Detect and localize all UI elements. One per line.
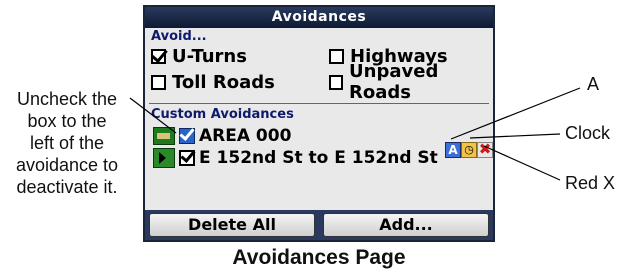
avoid-option-u-turns[interactable]: U-Turns <box>151 45 247 67</box>
add-button[interactable]: Add... <box>323 213 489 237</box>
uncheck-note-line-3: left of the <box>29 133 105 153</box>
custom-avoidance-name: E 152nd St to E 152nd St <box>199 148 438 168</box>
avoid-option-unpaved-roads[interactable]: Unpaved Roads <box>329 61 493 103</box>
red-x-icon[interactable]: ✖ <box>477 142 493 158</box>
red-x-leader-line <box>483 145 561 181</box>
uncheck-note-line-1: Uncheck the <box>16 89 118 109</box>
custom-avoidance-name: AREA 000 <box>199 126 292 146</box>
red-x-annotation: Red X <box>565 173 616 193</box>
avoid-section-label: Avoid... <box>151 29 207 44</box>
custom-section-label: Custom Avoidances <box>151 107 294 122</box>
page-title: Avoidances <box>145 7 493 28</box>
toll-roads-label: Toll Roads <box>172 71 275 93</box>
section-divider <box>149 103 489 104</box>
route-checkbox[interactable] <box>179 150 195 166</box>
clock-annotation: Clock <box>565 123 611 143</box>
avoidances-screen: Avoidances Avoid... U-Turns Highways Tol… <box>143 5 495 242</box>
unpaved-roads-label: Unpaved Roads <box>349 61 439 103</box>
u-turns-label: U-Turns <box>172 45 247 67</box>
unpaved-roads-checkbox[interactable] <box>329 74 344 90</box>
custom-avoidance-row[interactable]: E 152nd St to E 152nd St <box>153 147 438 169</box>
toll-roads-checkbox[interactable] <box>151 74 166 90</box>
area-icon <box>153 127 175 145</box>
uncheck-note-line-4: avoidance to <box>15 155 119 175</box>
a-annotation: A <box>587 74 600 94</box>
button-bar: Delete All Add... <box>145 210 493 240</box>
figure-caption: Avoidances Page <box>232 246 406 269</box>
uncheck-note: Uncheck the box to the left of the avoid… <box>6 88 128 198</box>
a-icon[interactable]: A <box>445 142 461 158</box>
area-000-checkbox[interactable] <box>179 128 195 144</box>
uncheck-note-line-2: box to the <box>27 111 107 131</box>
uncheck-note-line-5: deactivate it. <box>16 177 118 197</box>
custom-avoidance-row[interactable]: AREA 000 <box>153 125 291 147</box>
avoid-option-toll-roads[interactable]: Toll Roads <box>151 71 275 93</box>
route-icon <box>153 148 175 168</box>
delete-all-button[interactable]: Delete All <box>149 213 315 237</box>
clock-icon[interactable]: ◷ <box>461 142 477 158</box>
highways-checkbox[interactable] <box>329 48 344 64</box>
u-turns-checkbox[interactable] <box>151 48 166 64</box>
